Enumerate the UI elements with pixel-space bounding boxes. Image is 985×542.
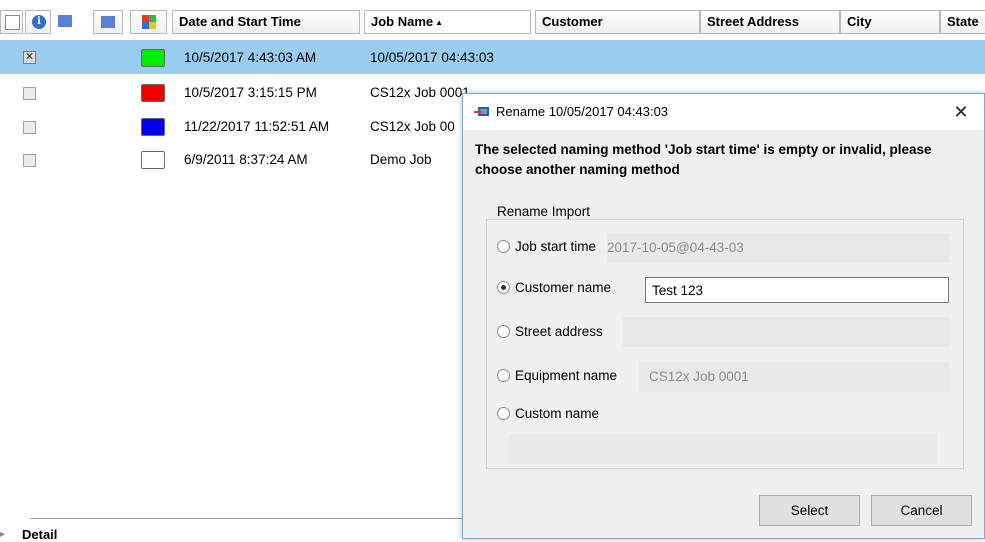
table-row[interactable]: 10/5/2017 4:43:03 AM 10/05/2017 04:43:03 <box>0 40 985 74</box>
dialog-title: Rename 10/05/2017 04:43:03 <box>496 104 669 119</box>
row-color-swatch[interactable] <box>141 151 165 169</box>
info-icon: i <box>32 15 46 29</box>
street-address-label: Street address <box>515 324 603 339</box>
customer-column-header[interactable]: Customer <box>535 10 700 34</box>
details-expand-icon[interactable]: ▸ <box>0 529 16 540</box>
custom-name-radio[interactable] <box>497 407 510 420</box>
date-start-column-header[interactable]: Date and Start Time <box>172 10 360 34</box>
row-job-name: CS12x Job 0001 <box>370 85 470 100</box>
customer-name-input[interactable] <box>645 277 949 303</box>
job-start-time-value: 2017-10-05@04-43-03 <box>607 240 744 255</box>
row-date: 6/9/2011 8:37:24 AM <box>184 152 308 167</box>
dialog-titlebar[interactable]: Rename 10/05/2017 04:43:03 ✕ <box>463 94 984 130</box>
row-color-swatch[interactable] <box>141 49 165 67</box>
sort-ascending-icon: ▲ <box>435 17 444 27</box>
select-all-header[interactable] <box>0 10 23 34</box>
job-start-time-label: Job start time <box>515 239 597 254</box>
close-button[interactable]: ✕ <box>942 98 980 126</box>
color-palette-icon <box>142 15 156 29</box>
info-column-header[interactable]: i <box>25 10 51 34</box>
tag-icon <box>101 16 115 28</box>
folder-column-header[interactable] <box>53 10 79 34</box>
state-column-header[interactable]: State <box>940 10 985 34</box>
cancel-button[interactable]: Cancel <box>871 495 972 526</box>
equipment-name-radio[interactable] <box>497 369 510 382</box>
grid-header: i Date and Start Time Job Name ▲ Customer… <box>0 0 985 35</box>
row-date: 10/5/2017 3:15:15 PM <box>184 85 317 100</box>
tag-column-header[interactable] <box>93 10 123 34</box>
custom-name-label: Custom name <box>515 406 600 421</box>
color-column-header[interactable] <box>130 10 167 34</box>
row-checkbox[interactable] <box>23 121 36 134</box>
custom-name-field <box>509 434 937 464</box>
equipment-name-value: CS12x Job 0001 <box>649 369 749 384</box>
row-job-name: 10/05/2017 04:43:03 <box>370 50 494 65</box>
customer-name-label: Customer name <box>515 280 612 295</box>
row-date: 10/5/2017 4:43:03 AM <box>184 50 317 65</box>
equipment-name-field: CS12x Job 0001 <box>639 362 949 392</box>
street-address-column-header[interactable]: Street Address <box>700 10 840 34</box>
row-job-name: Demo Job <box>370 152 432 167</box>
job-name-column-header[interactable]: Job Name ▲ <box>364 10 531 34</box>
city-column-header[interactable]: City <box>840 10 940 34</box>
group-label: Rename Import <box>494 204 594 219</box>
job-start-time-radio[interactable] <box>497 240 510 253</box>
select-all-checkbox[interactable] <box>5 15 20 30</box>
row-color-swatch[interactable] <box>141 118 165 136</box>
job-start-time-field: 2017-10-05@04-43-03 <box>607 233 949 263</box>
details-panel-label: Detail <box>22 527 58 542</box>
row-date: 11/22/2017 11:52:51 AM <box>184 119 330 134</box>
select-button[interactable]: Select <box>759 495 860 526</box>
street-address-radio[interactable] <box>497 325 510 338</box>
street-address-field <box>623 317 949 347</box>
app-icon <box>474 107 489 116</box>
customer-name-radio[interactable] <box>497 281 510 294</box>
panel-splitter[interactable] <box>30 518 480 519</box>
rename-dialog: Rename 10/05/2017 04:43:03 ✕ The selecte… <box>462 93 985 539</box>
row-job-name: CS12x Job 00 <box>370 119 455 134</box>
row-checkbox[interactable] <box>23 154 36 167</box>
error-message: The selected naming method 'Job start ti… <box>475 142 932 177</box>
row-color-swatch[interactable] <box>141 84 165 102</box>
equipment-name-label: Equipment name <box>515 368 618 383</box>
job-name-header-label: Job Name <box>371 14 434 29</box>
row-checkbox[interactable] <box>23 50 36 64</box>
folder-icon <box>58 15 72 27</box>
row-checkbox[interactable] <box>23 87 36 100</box>
